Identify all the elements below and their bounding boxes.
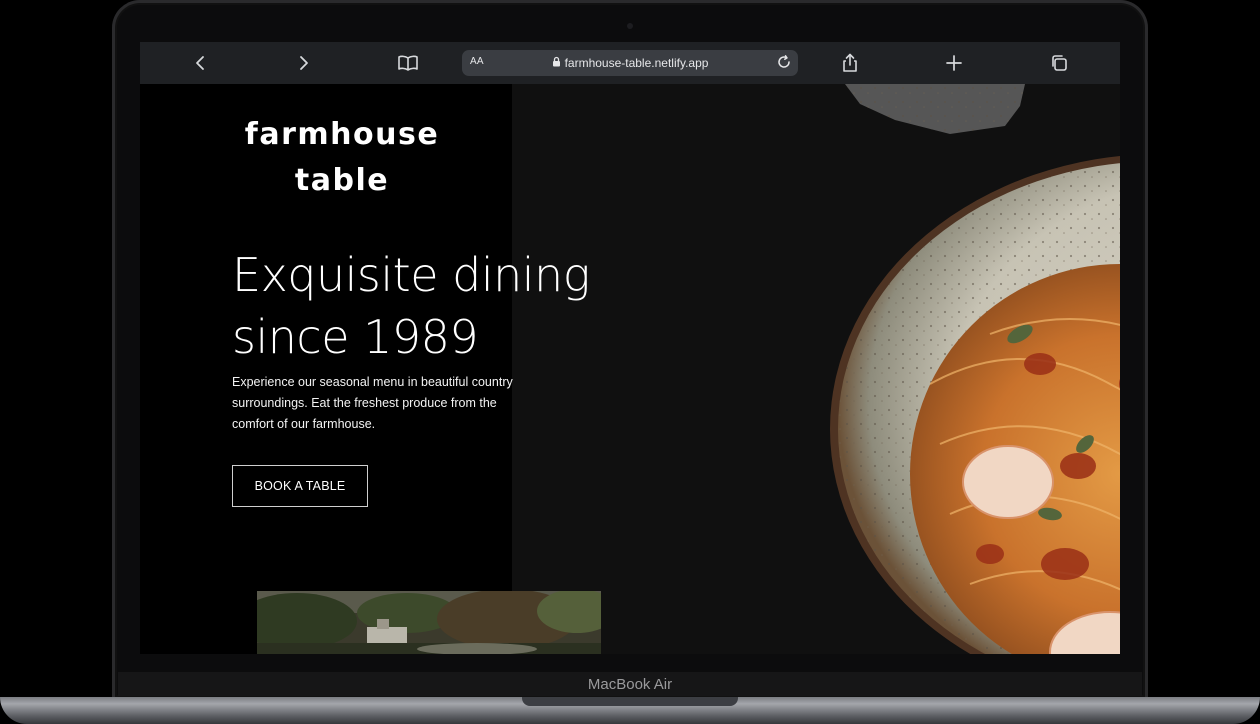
logo-line-1: farmhouse [244, 117, 440, 152]
camera [627, 23, 633, 29]
browser-toolbar: AA farmhouse-table.netlify.app [140, 42, 1120, 85]
share-icon[interactable] [838, 51, 862, 75]
logo-line-2: table [294, 163, 390, 198]
web-page: farmhouse table Exquisite dining since 1… [140, 84, 1120, 654]
site-logo[interactable]: farmhouse table [242, 112, 442, 204]
book-table-button[interactable]: BOOK A TABLE [232, 465, 368, 507]
mesh-trivet [845, 84, 1025, 134]
address-bar[interactable]: AA farmhouse-table.netlify.app [462, 50, 798, 76]
chevron-left-icon[interactable] [188, 51, 212, 75]
reload-icon[interactable] [776, 54, 792, 73]
headline-line-1: Exquisite dining [232, 248, 590, 302]
screen: AA farmhouse-table.netlify.app farmhouse… [140, 42, 1120, 654]
farmhouse-photo [237, 589, 617, 654]
url-text: farmhouse-table.netlify.app [564, 55, 709, 70]
laptop-notch [522, 697, 738, 706]
pasta-dish-image [690, 84, 1120, 654]
lock-icon [552, 56, 561, 70]
tabs-icon[interactable] [1047, 51, 1071, 75]
laptop-model-label: MacBook Air [587, 676, 673, 693]
chevron-right-icon[interactable] [292, 51, 316, 75]
headline-line-2: since 1989 [232, 310, 479, 364]
plus-icon[interactable] [942, 51, 966, 75]
hero-description: Experience our seasonal menu in beautifu… [232, 375, 513, 431]
hero-headline: Exquisite dining since 1989 [232, 244, 652, 368]
book-icon[interactable] [396, 51, 420, 75]
